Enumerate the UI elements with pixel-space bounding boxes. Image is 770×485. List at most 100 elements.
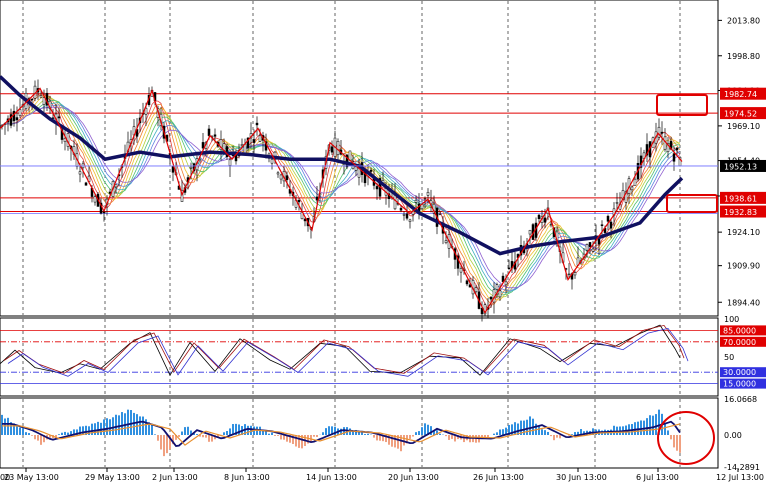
- candle-body: [369, 169, 373, 172]
- candle-body: [600, 224, 604, 226]
- histogram-bar: [229, 428, 231, 435]
- histogram-bar: [115, 414, 117, 435]
- histogram-bar: [673, 434, 675, 448]
- histogram-bar: [670, 434, 672, 440]
- oscillator-level-label: 70.0000: [723, 338, 756, 347]
- histogram-bar: [571, 434, 573, 435]
- candle-body: [675, 147, 679, 151]
- histogram-bar: [163, 434, 165, 457]
- oscillator-level-label: 30.0000: [723, 368, 756, 377]
- histogram-bar: [424, 423, 426, 435]
- histogram-tick-label: 16.0668: [724, 395, 757, 404]
- histogram-bar: [109, 419, 111, 435]
- histogram-bar: [367, 433, 369, 435]
- histogram-bar: [106, 418, 108, 435]
- candle-body: [672, 153, 676, 162]
- candle-body: [498, 290, 502, 298]
- candle-body: [588, 242, 592, 247]
- candle-body: [591, 248, 595, 252]
- price-tick-label: 2013.80: [727, 16, 760, 25]
- histogram-bar: [34, 434, 36, 440]
- candle-body: [585, 244, 589, 251]
- candle-body: [549, 223, 553, 226]
- histogram-bar: [154, 434, 156, 435]
- price-tick-label: 1998.80: [727, 52, 760, 61]
- histogram-bar: [679, 434, 681, 453]
- candle-body: [573, 272, 577, 276]
- candle-body: [12, 110, 16, 122]
- candle-body: [15, 117, 19, 121]
- candle-body: [279, 174, 283, 180]
- histogram-bar: [271, 432, 273, 435]
- histogram-bar: [646, 418, 648, 435]
- histogram-bar: [268, 433, 270, 435]
- histogram-bar: [613, 425, 615, 435]
- histogram-bar: [4, 418, 6, 435]
- histogram-bar: [403, 434, 405, 446]
- histogram-bar: [295, 434, 297, 447]
- histogram-bar: [553, 434, 555, 441]
- candle-body: [660, 131, 664, 134]
- candle-body: [465, 280, 469, 285]
- current-price-label: 1952.13: [724, 162, 757, 171]
- candle-body: [459, 268, 463, 273]
- histogram-tick-label: -14.2891: [724, 463, 760, 472]
- histogram-bar: [328, 426, 330, 435]
- histogram-bar: [451, 434, 453, 439]
- candle-body: [630, 186, 634, 191]
- histogram-bar: [181, 431, 183, 435]
- candle-body: [297, 200, 301, 203]
- histogram-bar: [538, 425, 540, 435]
- histogram-bar: [187, 426, 189, 435]
- histogram-bar: [547, 431, 549, 435]
- candle-body: [537, 214, 541, 220]
- candle-body: [408, 219, 412, 222]
- level-label: 1982.74: [724, 90, 757, 99]
- histogram-bar: [112, 417, 114, 435]
- candle-body: [144, 107, 148, 115]
- histogram-bar: [256, 426, 258, 435]
- histogram-bar: [19, 427, 21, 435]
- candle-body: [426, 192, 430, 196]
- histogram-bar: [541, 429, 543, 435]
- histogram-bar: [280, 434, 282, 440]
- histogram-bar: [676, 434, 678, 451]
- candle-body: [528, 230, 532, 235]
- candle-body: [633, 178, 637, 186]
- price-tick-label: 1924.10: [727, 228, 760, 237]
- histogram-bar: [634, 422, 636, 435]
- time-tick-label: 2 Jun 13:00: [152, 473, 198, 482]
- candle-body: [198, 159, 202, 162]
- trading-chart: 2013.801998.801984.101969.101954.401939.…: [0, 0, 770, 485]
- candle-body: [474, 287, 478, 293]
- candle-body: [414, 199, 418, 203]
- time-tick-label: 20 Jun 13:00: [388, 473, 439, 482]
- candle-body: [42, 97, 46, 105]
- histogram-bar: [550, 434, 552, 437]
- histogram-bar: [121, 412, 123, 435]
- candle-body: [201, 142, 205, 149]
- candle-body: [270, 159, 274, 164]
- histogram-bar: [274, 434, 276, 436]
- histogram-bar: [529, 416, 531, 435]
- histogram-bar: [655, 414, 657, 435]
- histogram-bar: [514, 422, 516, 435]
- histogram-bar: [136, 414, 138, 435]
- histogram-bar: [502, 429, 504, 435]
- candle-body: [207, 128, 211, 136]
- histogram-bar: [28, 433, 30, 435]
- histogram-bar: [94, 423, 96, 435]
- histogram-bar: [238, 424, 240, 435]
- candle-body: [78, 171, 82, 175]
- chart-background: [0, 0, 770, 485]
- histogram-bar: [31, 434, 33, 436]
- price-tick-label: 1894.40: [727, 298, 760, 307]
- histogram-bar: [487, 434, 489, 438]
- histogram-bar: [325, 428, 327, 435]
- price-tick-label: 1969.10: [727, 122, 760, 131]
- time-tick-label: 29 May 13:00: [85, 473, 140, 482]
- histogram-bar: [391, 434, 393, 447]
- candle-body: [285, 175, 289, 181]
- histogram-bar: [103, 419, 105, 435]
- histogram-bar: [205, 434, 207, 438]
